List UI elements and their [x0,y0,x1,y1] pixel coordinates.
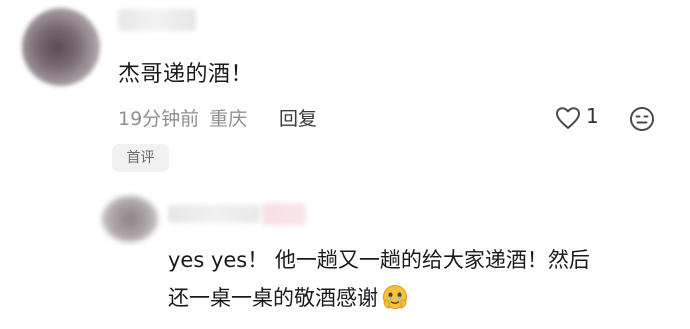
first-comment-badge: 首评 [112,144,169,172]
smiley-icon[interactable] [628,105,656,133]
grateful-face-emoji [383,285,407,309]
replier-name-redacted[interactable] [168,205,260,223]
replier-avatar[interactable] [102,196,158,242]
watermark [562,301,682,327]
reply-button[interactable]: 回复 [279,104,317,131]
comment-meta: 19分钟前 重庆 [118,104,247,131]
commenter-avatar[interactable] [22,8,100,86]
comment-time: 19分钟前 [118,108,200,130]
heart-outline-icon[interactable] [554,104,582,132]
replier-tag-redacted [262,203,306,225]
like-count: 1 [586,104,599,128]
comment-location: 重庆 [209,108,248,130]
reply-text-line-1: yes yes！ 他一趟又一趟的给大家递酒！然后 [168,248,590,272]
comment-text: 杰哥递的酒！ [118,62,254,87]
reply-text-line-2-text: 还一桌一桌的敬酒感谢 [168,286,378,310]
commenter-name-redacted[interactable] [118,9,196,31]
